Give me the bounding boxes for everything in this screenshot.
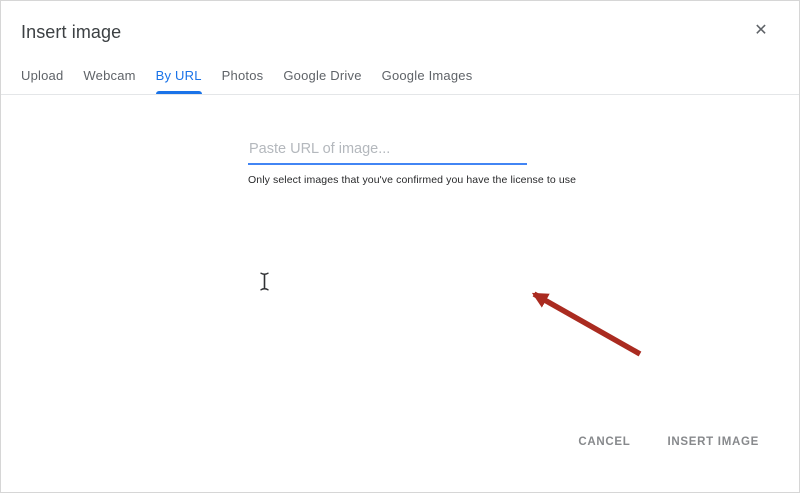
dialog-footer: CANCEL INSERT IMAGE [578, 436, 759, 448]
tab-google-images[interactable]: Google Images [382, 68, 473, 94]
cancel-button[interactable]: CANCEL [578, 436, 630, 448]
tab-label: Google Drive [283, 68, 361, 83]
tab-label: Webcam [83, 68, 135, 83]
tab-upload[interactable]: Upload [21, 68, 63, 94]
insert-image-dialog: Insert image ✕ Upload Webcam By URL Phot… [0, 0, 800, 493]
tab-by-url[interactable]: By URL [156, 68, 202, 94]
license-helper-text: Only select images that you've confirmed… [248, 174, 527, 187]
insert-image-button[interactable]: INSERT IMAGE [668, 436, 759, 448]
tab-label: By URL [156, 68, 202, 83]
annotation-arrow-icon [513, 284, 653, 366]
tab-webcam[interactable]: Webcam [83, 68, 135, 94]
tab-label: Google Images [382, 68, 473, 83]
close-button[interactable]: ✕ [749, 19, 773, 43]
tab-panel-by-url: Only select images that you've confirmed… [1, 138, 799, 187]
tab-photos[interactable]: Photos [222, 68, 264, 94]
tab-label: Upload [21, 68, 63, 83]
image-url-input[interactable] [248, 138, 527, 165]
tab-label: Photos [222, 68, 264, 83]
close-icon: ✕ [754, 22, 767, 39]
tab-google-drive[interactable]: Google Drive [283, 68, 361, 94]
url-input-block: Only select images that you've confirmed… [248, 138, 527, 187]
dialog-header: Insert image ✕ [1, 1, 799, 44]
dialog-title: Insert image [21, 20, 779, 44]
tab-bar: Upload Webcam By URL Photos Google Drive… [1, 68, 799, 95]
text-cursor-icon [259, 272, 270, 291]
